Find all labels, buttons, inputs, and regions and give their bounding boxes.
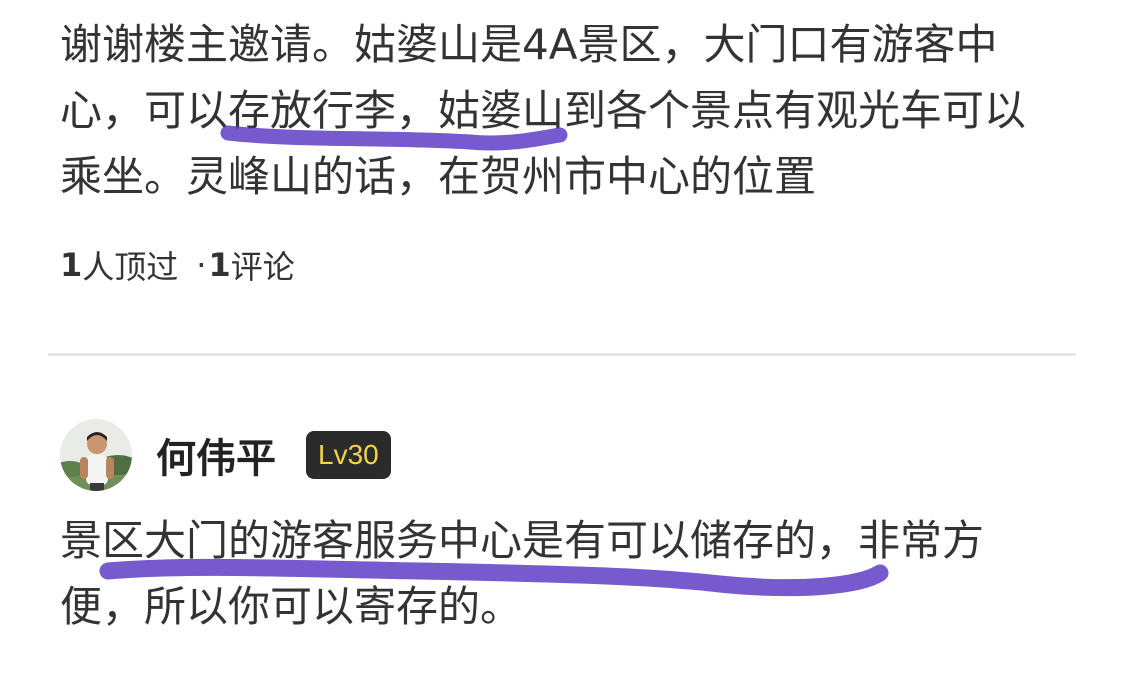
answer-card-2[interactable]: 景区大门的游客服务中心是有可以储存的，非常方便，所以你可以寄存的。 — [60, 508, 1064, 640]
answer-author[interactable]: 何伟平 Lv30 — [60, 418, 391, 492]
answer-stats: 1 人顶过 · 1 评论 — [60, 242, 295, 288]
avatar[interactable] — [60, 419, 132, 491]
level-badge: Lv30 — [306, 431, 391, 479]
likes-count: 1 — [60, 246, 83, 284]
user-avatar-icon — [60, 419, 132, 491]
comments-count[interactable]: 1 — [208, 246, 230, 284]
stats-separator: · — [196, 246, 207, 284]
likes-label: 人顶过 — [82, 248, 179, 286]
answer-text[interactable]: 谢谢楼主邀请。姑婆山是4A景区，大门口有游客中心，可以存放行李，姑婆山到各个景点… — [60, 12, 1064, 210]
author-name[interactable]: 何伟平 — [156, 426, 276, 484]
answer-card-1[interactable]: 谢谢楼主邀请。姑婆山是4A景区，大门口有游客中心，可以存放行李，姑婆山到各个景点… — [60, 12, 1064, 210]
comments-label[interactable]: 评论 — [231, 242, 295, 288]
answer-divider — [48, 353, 1076, 356]
answer-text[interactable]: 景区大门的游客服务中心是有可以储存的，非常方便，所以你可以寄存的。 — [60, 508, 1064, 640]
